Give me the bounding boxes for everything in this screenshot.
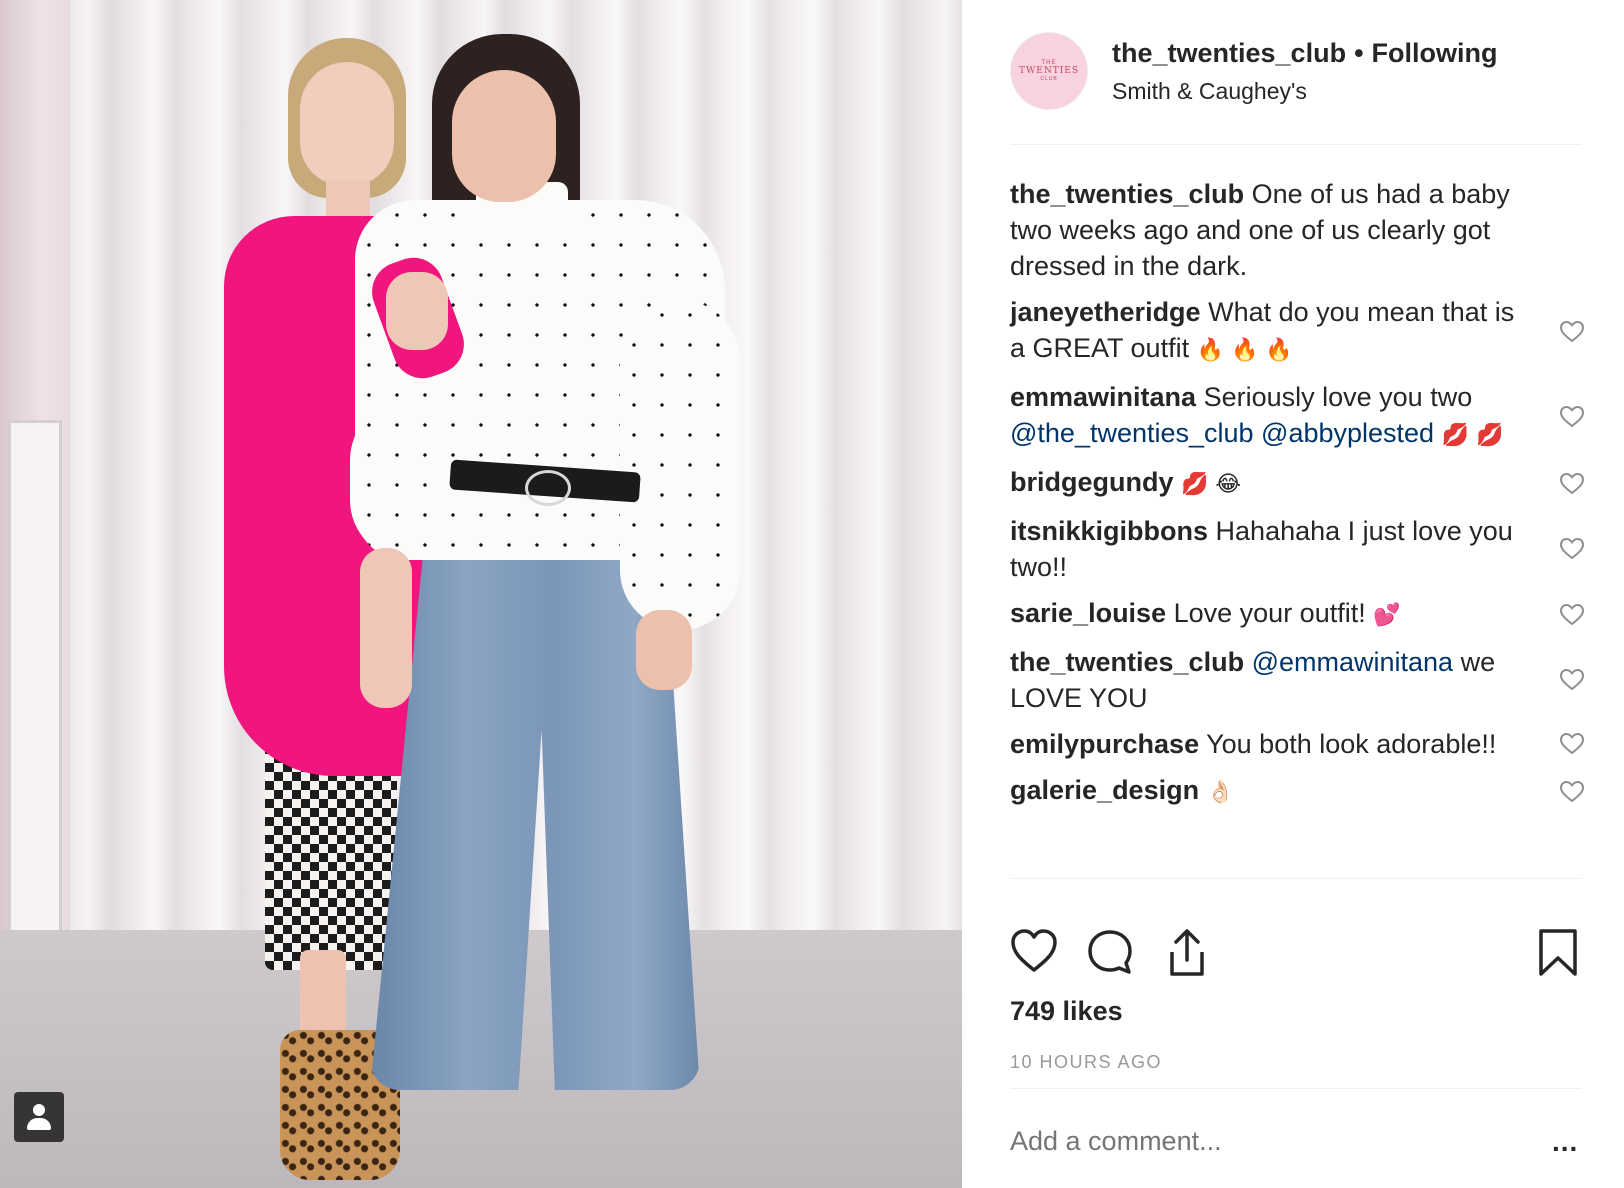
post-header: THE TWENTIES CLUB the_twenties_club • Foll… <box>1010 32 1578 112</box>
comment-mention[interactable]: @emmawinitana <box>1252 647 1454 677</box>
comment-username[interactable]: emilypurchase <box>1010 729 1199 759</box>
comment-emoji: 👌🏻 <box>1206 780 1235 805</box>
person-left-hand-on-shoulder <box>386 272 448 350</box>
post-photo[interactable] <box>0 0 962 1188</box>
header-username[interactable]: the_twenties_club <box>1112 38 1346 68</box>
comment-emoji: 💋 😂 <box>1181 472 1242 497</box>
avatar-text-3: CLUB <box>1040 76 1058 82</box>
following-button[interactable]: Following <box>1372 38 1498 68</box>
action-bar <box>1010 928 1582 988</box>
separator-dot: • <box>1354 38 1364 68</box>
comment-like-heart-icon[interactable] <box>1559 732 1585 756</box>
tagged-user-icon[interactable] <box>14 1092 64 1142</box>
comments-list: the_twenties_club One of us had a baby t… <box>1010 176 1585 821</box>
comments-divider <box>1010 878 1582 879</box>
comment-item: itsnikkigibbons Hahahaha I just love you… <box>1010 513 1585 585</box>
likes-count[interactable]: 749 likes <box>1010 996 1123 1027</box>
bookmark-icon[interactable] <box>1538 928 1578 978</box>
comment-item: sarie_louise Love your outfit! 💕 <box>1010 595 1585 634</box>
comment-username[interactable]: galerie_design <box>1010 775 1199 805</box>
comment-username[interactable]: janeyetheridge <box>1010 297 1201 327</box>
comment-emoji: 🔥 🔥 🔥 <box>1196 338 1293 363</box>
more-options-button[interactable]: ... <box>1552 1126 1578 1158</box>
person-left-face <box>300 62 394 186</box>
comment-like-heart-icon[interactable] <box>1559 320 1585 344</box>
header-divider <box>1010 144 1582 145</box>
comment-mentions[interactable]: @the_twenties_club @abbyplested <box>1010 418 1434 448</box>
comment-username[interactable]: the_twenties_club <box>1010 647 1244 677</box>
comment-item: emmawinitana Seriously love you two @the… <box>1010 379 1585 454</box>
post-timestamp[interactable]: 10 HOURS AGO <box>1010 1052 1162 1073</box>
comment-item: galerie_design 👌🏻 <box>1010 772 1585 811</box>
location-link[interactable]: Smith & Caughey's <box>1112 78 1307 105</box>
comment-item: bridgegundy 💋 😂 <box>1010 464 1585 503</box>
comment-text: Love your outfit! <box>1173 598 1366 628</box>
comment-like-heart-icon[interactable] <box>1559 603 1585 627</box>
avatar[interactable]: THE TWENTIES CLUB <box>1010 32 1088 110</box>
comment-item: emilypurchase You both look adorable!! <box>1010 726 1585 762</box>
belt-buckle <box>525 470 571 506</box>
comment-username[interactable]: the_twenties_club <box>1010 179 1244 209</box>
person-left-arm <box>360 548 412 708</box>
post-sidebar: THE TWENTIES CLUB the_twenties_club • Foll… <box>962 0 1624 1188</box>
comment-like-heart-icon[interactable] <box>1559 668 1585 692</box>
comment-emoji: 💋 💋 <box>1441 423 1504 448</box>
comment-bubble-icon[interactable] <box>1086 928 1134 976</box>
share-upload-icon[interactable] <box>1164 928 1210 978</box>
comment-username[interactable]: bridgegundy <box>1010 467 1174 497</box>
comment-like-heart-icon[interactable] <box>1559 780 1585 804</box>
person-right-face <box>452 70 556 202</box>
comment-item: the_twenties_club One of us had a baby t… <box>1010 176 1585 284</box>
comment-like-heart-icon[interactable] <box>1559 537 1585 561</box>
person-right-hand <box>636 610 692 690</box>
header-title: the_twenties_club • Following <box>1112 38 1498 69</box>
avatar-text-2: TWENTIES <box>1019 66 1079 76</box>
comment-like-heart-icon[interactable] <box>1559 405 1585 429</box>
comment-emoji: 💕 <box>1373 603 1401 628</box>
instagram-post: THE TWENTIES CLUB the_twenties_club • Foll… <box>0 0 1624 1188</box>
comment-like-heart-icon[interactable] <box>1559 472 1585 496</box>
comment-item: janeyetheridge What do you mean that is … <box>1010 294 1585 369</box>
comment-username[interactable]: sarie_louise <box>1010 598 1166 628</box>
comment-username[interactable]: itsnikkigibbons <box>1010 516 1208 546</box>
footer-divider <box>1010 1088 1582 1089</box>
comment-text: Seriously love you two <box>1203 382 1473 412</box>
add-comment-input[interactable] <box>1010 1126 1510 1157</box>
heart-icon[interactable] <box>1010 928 1058 974</box>
comment-item: the_twenties_club @emmawinitana we LOVE … <box>1010 644 1585 716</box>
blouse-right-sleeve <box>620 300 740 630</box>
comment-text: You both look adorable!! <box>1206 729 1497 759</box>
comment-username[interactable]: emmawinitana <box>1010 382 1196 412</box>
